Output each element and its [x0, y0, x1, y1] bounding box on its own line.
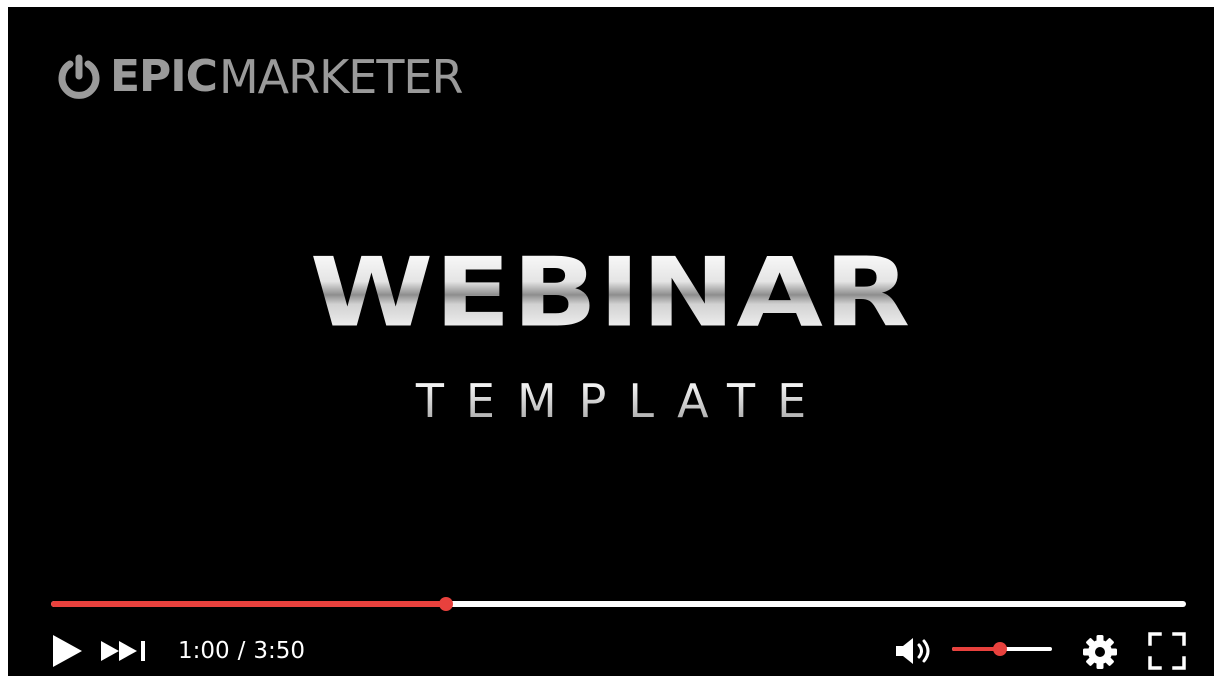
progress-played — [51, 601, 446, 607]
video-player[interactable]: EPIC MARKETER WEBINAR TEMPLATE 1:00 / 3:50 — [8, 7, 1214, 676]
brand-name-light: MARKETER — [218, 50, 463, 104]
progress-bar[interactable] — [51, 597, 1186, 611]
brand-name-bold: EPIC — [110, 51, 218, 102]
time-display: 1:00 / 3:50 — [178, 637, 305, 665]
fullscreen-icon[interactable] — [1148, 632, 1186, 670]
volume-handle[interactable] — [993, 642, 1007, 656]
video-title: WEBINAR — [8, 243, 1214, 343]
time-separator: / — [237, 638, 246, 664]
brand-logo: EPIC MARKETER — [56, 47, 463, 107]
video-subtitle-text: TEMPLATE — [394, 378, 828, 424]
control-bar: 1:00 / 3:50 — [8, 629, 1214, 671]
current-time: 1:00 — [178, 638, 230, 664]
play-icon[interactable] — [52, 635, 82, 667]
progress-scrubber[interactable] — [438, 597, 453, 611]
video-subtitle: TEMPLATE — [8, 378, 1214, 424]
skip-next-icon[interactable] — [101, 641, 153, 661]
video-title-main: WEBINAR — [310, 236, 912, 349]
volume-slider[interactable] — [952, 642, 1052, 656]
power-icon — [58, 54, 100, 99]
volume-icon[interactable] — [896, 638, 940, 664]
duration: 3:50 — [253, 638, 306, 664]
gear-icon[interactable] — [1082, 634, 1118, 670]
